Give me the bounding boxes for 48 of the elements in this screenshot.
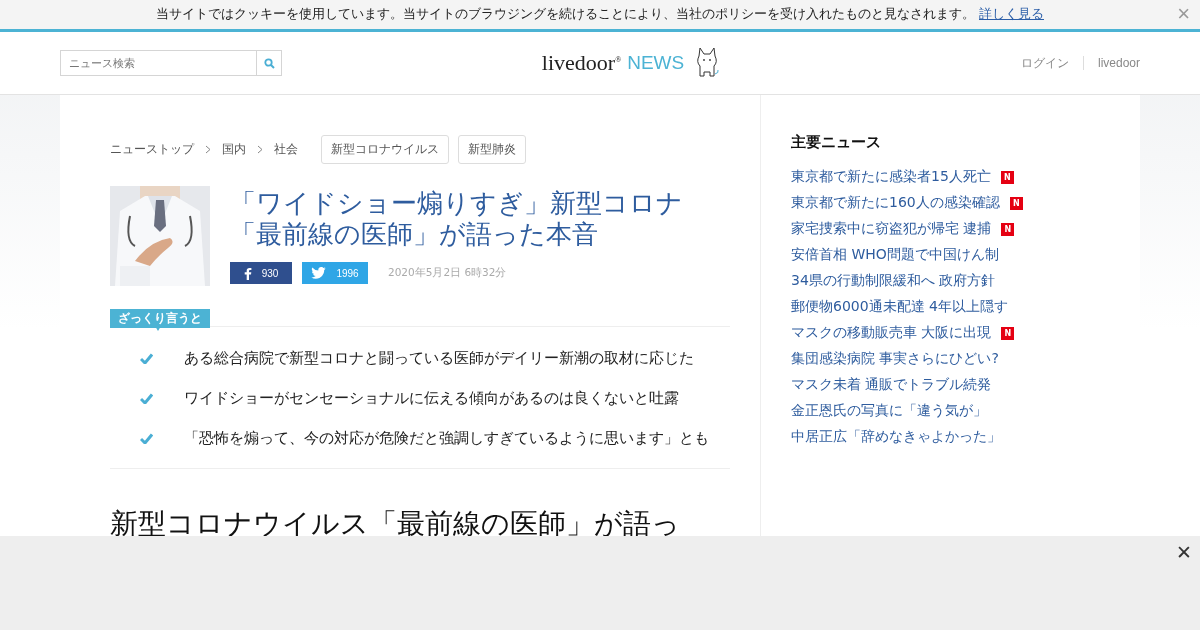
- summary-point: ある総合病院で新型コロナと闘っている医師がデイリー新潮の取材に応じた: [184, 349, 694, 368]
- breadcrumb-link[interactable]: 社会: [274, 141, 298, 158]
- tag-link[interactable]: 新型コロナウイルス: [321, 135, 449, 164]
- check-icon: [140, 353, 153, 364]
- new-badge: N: [1000, 170, 1014, 184]
- news-link[interactable]: 集団感染病院 事実さらにひどい?: [791, 350, 999, 368]
- nav-link[interactable]: ログイン: [1006, 54, 1083, 72]
- close-button[interactable]: ✕: [1176, 541, 1192, 564]
- search-icon: [263, 57, 275, 69]
- article-title-line: 「最前線の医師」が語った本音: [230, 219, 599, 250]
- details-link[interactable]: 詳しく見る: [979, 6, 1044, 23]
- facebook-share-button[interactable]: 930: [230, 262, 292, 284]
- check-icon: [140, 433, 153, 444]
- summary-point: 「恐怖を煽って、今の対応が危険だと強調しすぎているように思います」とも: [184, 429, 709, 448]
- news-link[interactable]: マスクの移動販売車 大阪に出現: [791, 324, 992, 342]
- dog-icon: [694, 46, 721, 80]
- news-link[interactable]: 郵便物6000通未配達 4年以上隠す: [791, 298, 1008, 316]
- nav-link[interactable]: livedoor: [1082, 56, 1140, 70]
- new-badge: N: [1001, 222, 1015, 236]
- news-link[interactable]: 安倍首相 WHO問題で中国けん制: [791, 246, 999, 264]
- tag-link[interactable]: 新型肺炎: [458, 135, 526, 164]
- new-badge: N: [1009, 196, 1023, 210]
- f-icon: [243, 266, 252, 280]
- news-link[interactable]: 34県の行動制限緩和へ 政府方針: [791, 272, 996, 290]
- publish-date: 2020年5月2日 6時32分: [388, 266, 507, 280]
- pointer-icon: [155, 326, 161, 331]
- body-heading: 新型コロナウイルス「最前線の医師」が語っ: [110, 506, 681, 542]
- chevron-icon: [257, 145, 263, 154]
- sidebar-title: 主要ニュース: [791, 133, 882, 152]
- search-field[interactable]: ニュース検索: [60, 50, 257, 76]
- cookie-message: 当サイトではクッキーを使用しています。当サイトのブラウジングを続けることにより、当社のポリシーを受け入れたものと見なされます。: [156, 6, 975, 23]
- search-button[interactable]: [257, 50, 282, 76]
- bird-icon: [311, 267, 327, 279]
- news-link[interactable]: 中居正広「辞めなきゃよかった」: [791, 428, 1001, 446]
- logo-word[interactable]: livedoor$^{®}$: [541, 50, 622, 76]
- breadcrumb-link[interactable]: ニューストップ: [110, 141, 194, 158]
- summary-label: ざっくり言うと: [110, 309, 210, 328]
- news-link[interactable]: 金正恩氏の写真に「違う気が」: [791, 402, 987, 420]
- new-badge: N: [1001, 326, 1015, 340]
- news-link[interactable]: マスク未着 通販でトラブル続発: [791, 376, 992, 394]
- news-link[interactable]: 東京都で新たに感染者15人死亡: [791, 168, 991, 186]
- check-icon: [140, 393, 153, 404]
- article-title-line: 「ワイドショー煽りすぎ」新型コロナ: [230, 188, 683, 219]
- news-link[interactable]: 家宅捜索中に窃盗犯が帰宅 逮捕: [791, 220, 992, 238]
- breadcrumb-link[interactable]: 国内: [222, 141, 246, 158]
- news-link[interactable]: 東京都で新たに160人の感染確認: [791, 194, 1000, 212]
- summary-point: ワイドショーがセンセーショナルに伝える傾向があるのは良くないと吐露: [184, 389, 679, 408]
- chevron-icon: [205, 145, 211, 154]
